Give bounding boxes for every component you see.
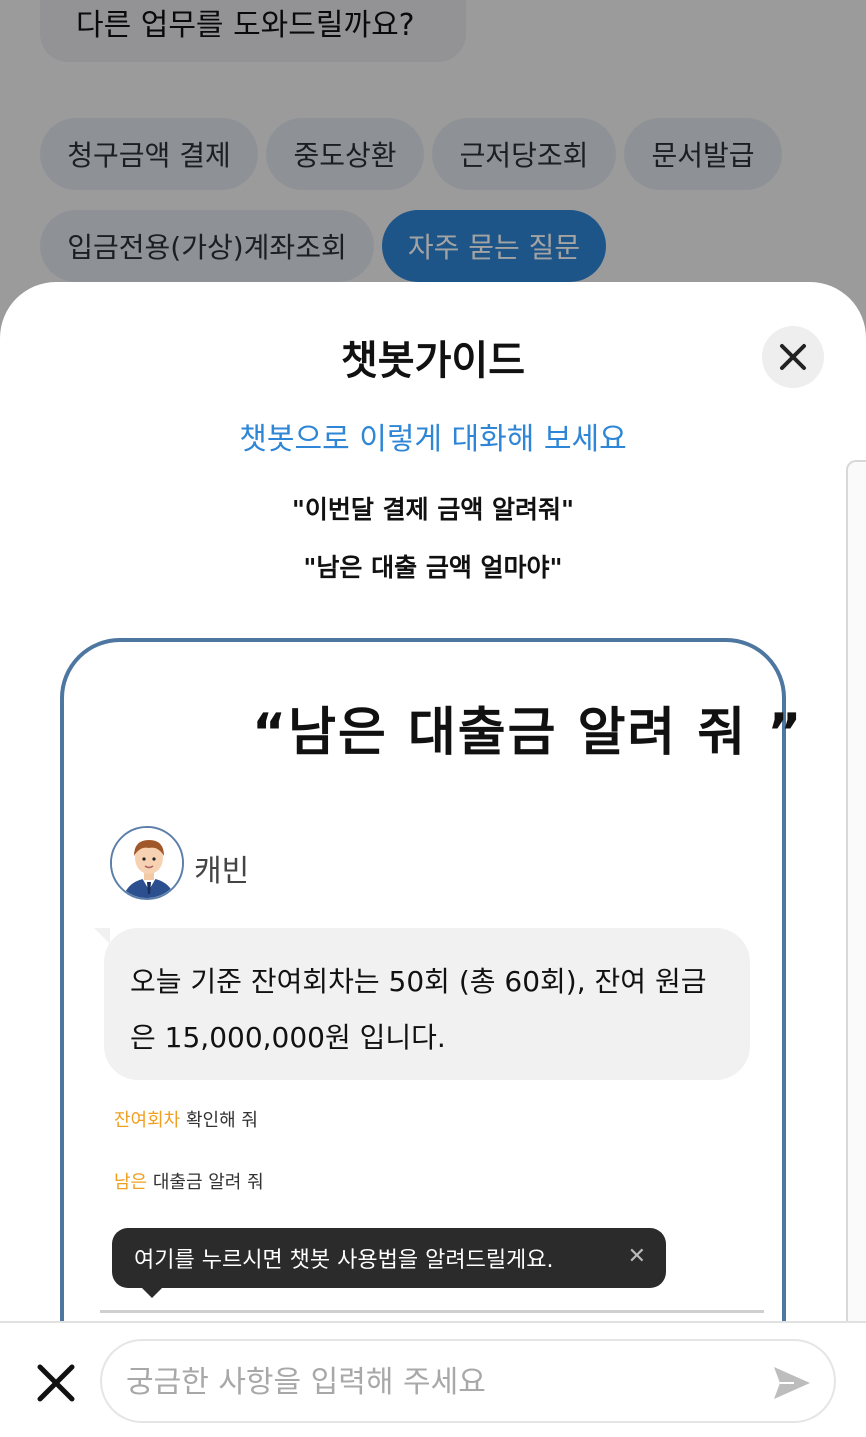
tooltip-arrow	[142, 1288, 162, 1298]
answer-bubble: 오늘 기준 잔여회차는 50회 (총 60회), 잔여 원금은 15,000,0…	[104, 928, 750, 1080]
guide-example-image: “남은 대출금 알려 줘 ” 캐빈 오늘 기준 잔여회차는 50회 (총 60회…	[60, 638, 802, 1322]
message-input-container	[100, 1339, 836, 1423]
suggested-phrase-text: 확인해 줘	[180, 1110, 258, 1131]
tooltip-text: 여기를 누르시면 챗봇 사용법을 알려드릴게요.	[134, 1248, 554, 1273]
close-chat-button[interactable]	[36, 1363, 76, 1403]
example-phrase: "남은 대출 금액 얼마야"	[303, 553, 563, 582]
chat-input-bar	[0, 1321, 866, 1437]
close-icon	[37, 1364, 75, 1402]
guide-subtitle: 챗봇으로 이렇게 대화해 보세요	[239, 422, 627, 457]
sheet-title: 챗봇가이드	[341, 338, 525, 384]
guide-quote: “남은 대출금 알려 줘 ”	[252, 703, 804, 763]
chatbot-guide-sheet: 챗봇가이드 챗봇으로 이렇게 대화해 보세요 "이번달 결제 금액 알려줘" "…	[0, 282, 866, 1322]
close-icon: ✕	[627, 1244, 646, 1269]
suggested-phrase: 잔여회차 확인해 줘	[114, 1106, 258, 1132]
tooltip: 여기를 누르시면 챗봇 사용법을 알려드릴게요. ✕	[112, 1228, 666, 1298]
suggested-phrase-highlight: 잔여회차	[114, 1110, 181, 1131]
bot-name: 캐빈	[194, 854, 250, 889]
suggested-phrase-text: 대출금 알려 줘	[147, 1172, 264, 1193]
answer-bubble-tail	[94, 928, 110, 944]
send-icon	[774, 1367, 810, 1399]
suggested-phrase-highlight: 남은	[114, 1172, 148, 1193]
suggested-phrase: 남은 대출금 알려 줘	[114, 1168, 264, 1194]
scrollbar[interactable]	[846, 460, 866, 1322]
close-button[interactable]	[762, 326, 824, 388]
send-button[interactable]	[770, 1361, 814, 1405]
message-input[interactable]	[126, 1359, 746, 1405]
divider	[100, 1310, 764, 1313]
close-icon	[780, 344, 806, 370]
bot-avatar	[110, 826, 184, 900]
answer-text: 오늘 기준 잔여회차는 50회 (총 60회), 잔여 원금은 15,000,0…	[130, 965, 707, 1054]
example-phrase: "이번달 결제 금액 알려줘"	[291, 495, 575, 524]
